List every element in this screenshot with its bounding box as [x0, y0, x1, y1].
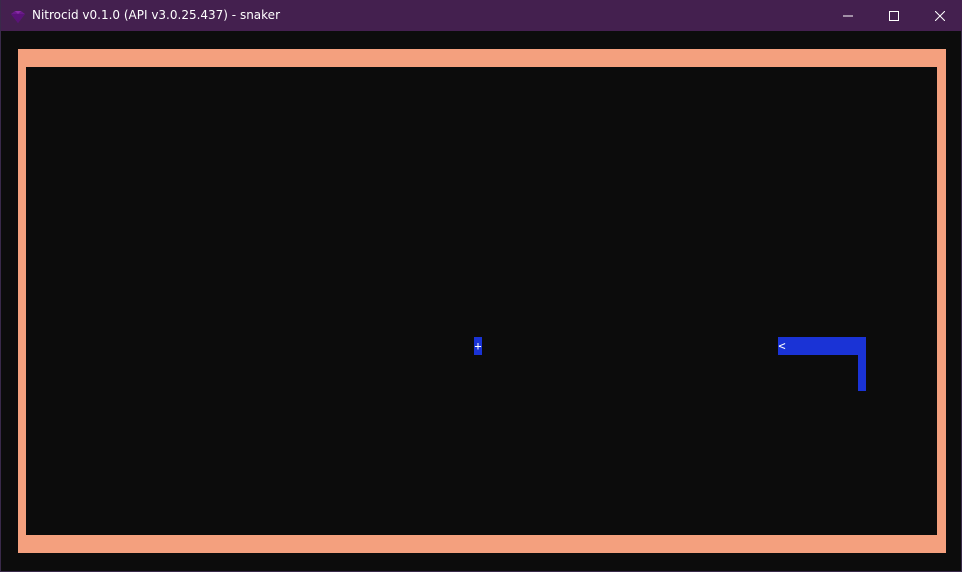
snake-body-vertical [858, 355, 866, 391]
food-item: + [474, 337, 482, 355]
snake-body-horizontal: < [778, 337, 866, 355]
maximize-button[interactable] [871, 0, 917, 31]
game-field: + < [26, 67, 937, 535]
title-bar[interactable]: Nitrocid v0.1.0 (API v3.0.25.437) - snak… [1, 0, 962, 31]
close-icon [935, 10, 945, 21]
app-window: Nitrocid v0.1.0 (API v3.0.25.437) - snak… [0, 0, 962, 572]
window-title: Nitrocid v0.1.0 (API v3.0.25.437) - snak… [32, 8, 280, 22]
close-button[interactable] [917, 0, 962, 31]
nitrocid-icon [10, 9, 26, 23]
minimize-icon [843, 11, 853, 21]
terminal-area[interactable]: + < [1, 31, 961, 571]
maximize-icon [889, 10, 899, 21]
minimize-button[interactable] [825, 0, 871, 31]
snake-head: < [778, 339, 786, 353]
